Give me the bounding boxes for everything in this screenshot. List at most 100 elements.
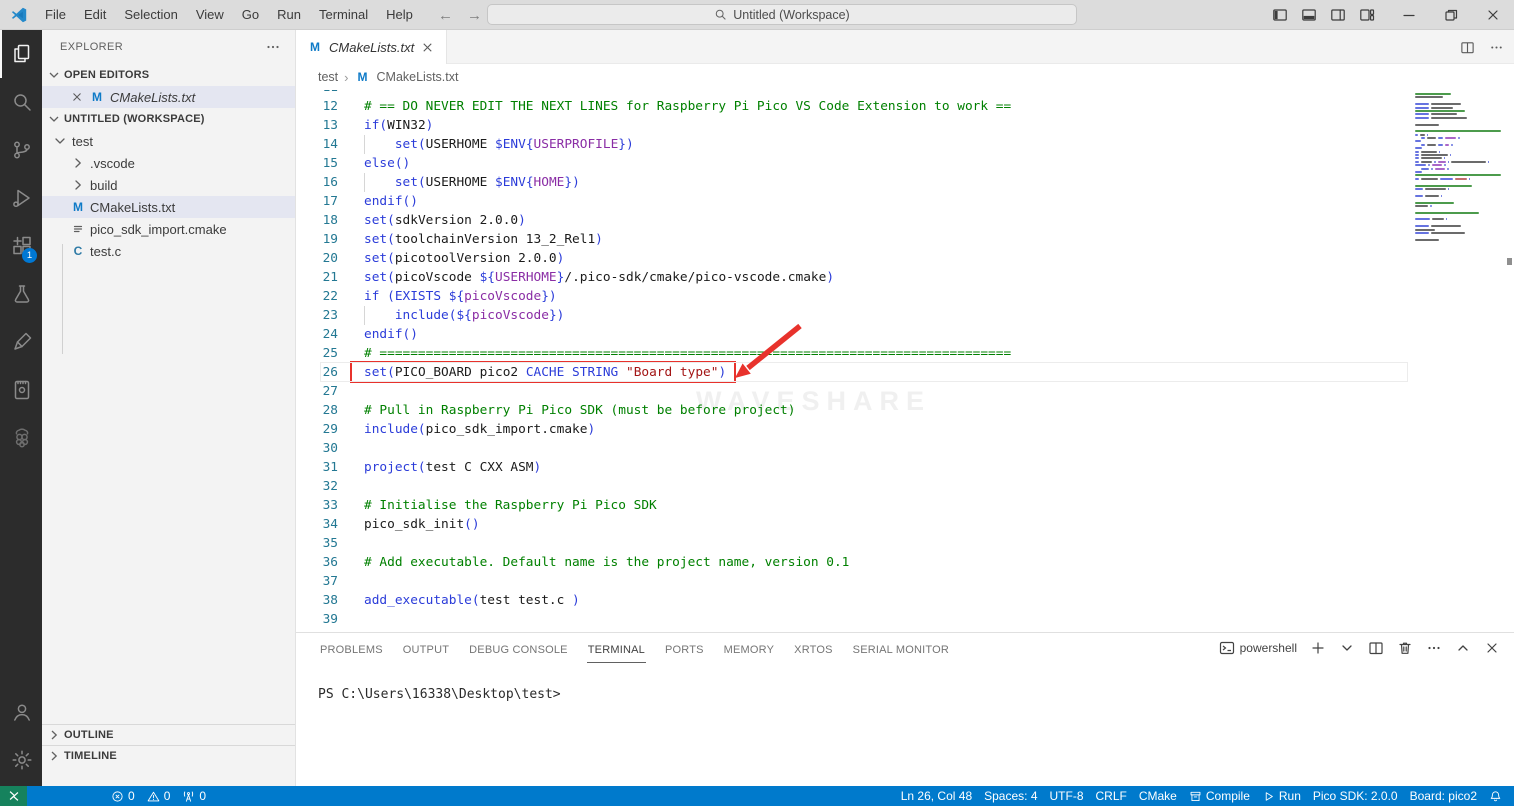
tree-item-cmakelists-txt[interactable]: MCMakeLists.txt (42, 196, 295, 218)
open-editors-header[interactable]: OPEN EDITORS (42, 64, 295, 86)
code-line-37[interactable]: 37 (296, 572, 1514, 591)
status-eol[interactable]: CRLF (1090, 786, 1133, 806)
menu-help[interactable]: Help (377, 0, 422, 30)
code-line-12[interactable]: 12# == DO NEVER EDIT THE NEXT LINES for … (296, 97, 1514, 116)
status-notifications[interactable] (1483, 786, 1508, 806)
status-ports-forwarded[interactable]: 0 (176, 786, 212, 806)
code-line-18[interactable]: 18set(sdkVersion 2.0.0) (296, 211, 1514, 230)
layout-sidebar-right-icon[interactable] (1330, 7, 1346, 23)
tree-item-build[interactable]: build (42, 174, 295, 196)
open-editor-item[interactable]: M CMakeLists.txt (42, 86, 295, 108)
activity-testing[interactable] (0, 270, 42, 318)
menu-edit[interactable]: Edit (75, 0, 115, 30)
code-line-23[interactable]: 23 include(${picoVscode}) (296, 306, 1514, 325)
chevron-up-icon[interactable] (1455, 640, 1471, 656)
panel-tab-ports[interactable]: PORTS (664, 636, 705, 663)
code-line-14[interactable]: 14 set(USERHOME $ENV{USERPROFILE}) (296, 135, 1514, 154)
code-line-17[interactable]: 17endif() (296, 192, 1514, 211)
activity-extensions[interactable]: 1 (0, 222, 42, 270)
tab-cmakelists[interactable]: M CMakeLists.txt (296, 30, 447, 64)
code-line-32[interactable]: 32 (296, 477, 1514, 496)
code-line-20[interactable]: 20set(picotoolVersion 2.0.0) (296, 249, 1514, 268)
status-cursor-position[interactable]: Ln 26, Col 48 (895, 786, 978, 806)
status-warnings[interactable]: 0 (141, 786, 177, 806)
tree-item-pico-sdk-import-cmake[interactable]: pico_sdk_import.cmake (42, 218, 295, 240)
panel-tab-memory[interactable]: MEMORY (723, 636, 776, 663)
status-indentation[interactable]: Spaces: 4 (978, 786, 1043, 806)
menu-go[interactable]: Go (233, 0, 268, 30)
code-line-30[interactable]: 30 (296, 439, 1514, 458)
status-board[interactable]: Board: pico2 (1404, 786, 1483, 806)
code-line-22[interactable]: 22if (EXISTS ${picoVscode}) (296, 287, 1514, 306)
code-line-38[interactable]: 38add_executable(test test.c ) (296, 591, 1514, 610)
breadcrumb-file[interactable]: CMakeLists.txt (377, 70, 459, 84)
activity-settings[interactable] (0, 736, 42, 784)
tree-item-test-c[interactable]: Ctest.c (42, 240, 295, 262)
code-line-21[interactable]: 21set(picoVscode ${USERHOME}/.pico-sdk/c… (296, 268, 1514, 287)
code-line-35[interactable]: 35 (296, 534, 1514, 553)
code-line-28[interactable]: 28# Pull in Raspberry Pi Pico SDK (must … (296, 401, 1514, 420)
workspace-header[interactable]: UNTITLED (WORKSPACE) (42, 108, 295, 130)
layout-customize-icon[interactable] (1359, 7, 1375, 23)
code-line-19[interactable]: 19set(toolchainVersion 13_2_Rel1) (296, 230, 1514, 249)
code-line-39[interactable]: 39 (296, 610, 1514, 629)
forward-icon[interactable]: → (467, 7, 482, 24)
outline-header[interactable]: OUTLINE (42, 724, 295, 745)
breadcrumb-folder[interactable]: test (318, 70, 338, 84)
status-run[interactable]: Run (1256, 786, 1307, 806)
close-icon[interactable] (1485, 7, 1501, 23)
panel-tab-xrtos[interactable]: XRTOS (793, 636, 834, 663)
restore-icon[interactable] (1443, 7, 1459, 23)
panel-tab-output[interactable]: OUTPUT (402, 636, 450, 663)
layout-sidebar-left-icon[interactable] (1272, 7, 1288, 23)
close-icon[interactable] (70, 90, 84, 104)
terminal-content[interactable]: PS C:\Users\16338\Desktop\test> (296, 665, 1514, 785)
split-icon[interactable] (1368, 640, 1384, 656)
code-line-34[interactable]: 34pico_sdk_init() (296, 515, 1514, 534)
activity-account[interactable] (0, 688, 42, 736)
plus-icon[interactable] (1310, 640, 1326, 656)
explorer-actions-icon[interactable] (265, 39, 281, 55)
shell-selector[interactable]: powershell (1219, 640, 1297, 656)
status-encoding[interactable]: UTF-8 (1044, 786, 1090, 806)
command-center[interactable]: Untitled (Workspace) (487, 4, 1077, 25)
code-line-26[interactable]: 26set(PICO_BOARD pico2 CACHE STRING "Boa… (296, 363, 1514, 382)
status-language-mode[interactable]: CMake (1133, 786, 1183, 806)
activity-run-debug[interactable] (0, 174, 42, 222)
code-line-31[interactable]: 31project(test C CXX ASM) (296, 458, 1514, 477)
ellipsis-icon[interactable] (1426, 640, 1442, 656)
activity-raspberry-pi[interactable] (0, 414, 42, 462)
status-compile[interactable]: Compile (1183, 786, 1256, 806)
panel-tab-problems[interactable]: PROBLEMS (319, 636, 384, 663)
panel-tab-terminal[interactable]: TERMINAL (587, 636, 646, 663)
menu-selection[interactable]: Selection (115, 0, 186, 30)
close-icon[interactable] (1484, 640, 1500, 656)
code-line-27[interactable]: 27 (296, 382, 1514, 401)
code-line-36[interactable]: 36# Add executable. Default name is the … (296, 553, 1514, 572)
panel-tab-debug-console[interactable]: DEBUG CONSOLE (468, 636, 569, 663)
code-line-16[interactable]: 16 set(USERHOME $ENV{HOME}) (296, 173, 1514, 192)
chevron-down-icon[interactable] (1339, 640, 1355, 656)
activity-pico-project[interactable] (0, 318, 42, 366)
code-line-33[interactable]: 33# Initialise the Raspberry Pi Pico SDK (296, 496, 1514, 515)
status-errors[interactable]: 0 (105, 786, 141, 806)
code-line-13[interactable]: 13if(WIN32) (296, 116, 1514, 135)
activity-explorer[interactable] (0, 30, 42, 78)
activity-source-control[interactable] (0, 126, 42, 174)
trash-icon[interactable] (1397, 640, 1413, 656)
panel-tab-serial-monitor[interactable]: SERIAL MONITOR (852, 636, 950, 663)
activity-memory-inspector[interactable] (0, 366, 42, 414)
remote-indicator[interactable] (0, 786, 27, 806)
menu-view[interactable]: View (187, 0, 233, 30)
timeline-header[interactable]: TIMELINE (42, 745, 295, 766)
split-editor-icon[interactable] (1460, 40, 1475, 55)
menu-terminal[interactable]: Terminal (310, 0, 377, 30)
code-line-15[interactable]: 15else() (296, 154, 1514, 173)
tab-close-icon[interactable] (420, 40, 435, 55)
minimize-icon[interactable] (1401, 7, 1417, 23)
code-line-11[interactable]: 11 (296, 90, 1514, 97)
minimap[interactable] (1415, 93, 1505, 242)
activity-search[interactable] (0, 78, 42, 126)
layout-panel-icon[interactable] (1301, 7, 1317, 23)
menu-run[interactable]: Run (268, 0, 310, 30)
